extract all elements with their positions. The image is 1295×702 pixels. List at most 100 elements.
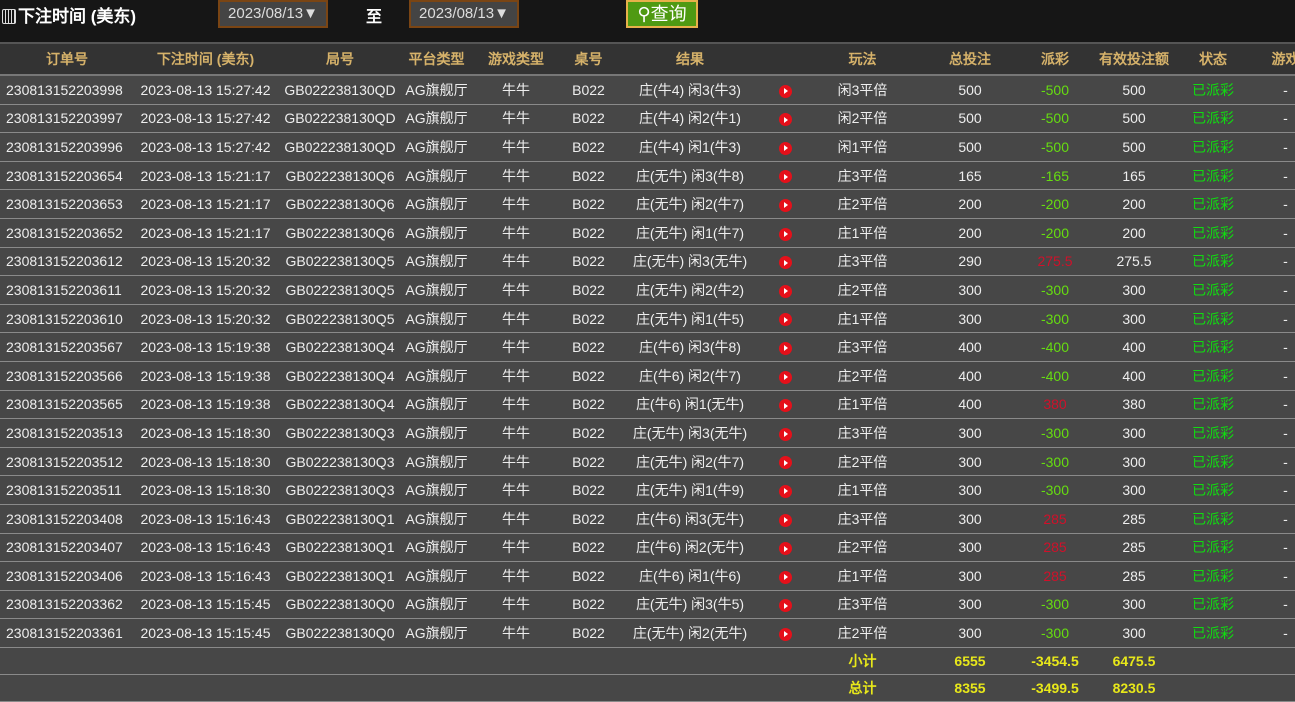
game-type-cell: 牛牛	[470, 504, 562, 534]
game-type-cell: 牛牛	[470, 618, 562, 648]
status-cell: 已派彩	[1178, 275, 1248, 305]
empty-cell	[470, 674, 562, 702]
empty-cell	[765, 674, 805, 702]
order-id-cell: 230813152203654	[0, 161, 134, 191]
bet-type-cell: 庄1平倍	[805, 304, 920, 334]
status-cell: 已派彩	[1178, 332, 1248, 362]
column-header: 局号	[277, 42, 403, 76]
result-cell: 庄(无牛) 闲3(无牛)	[615, 247, 765, 277]
column-header: 桌号	[562, 42, 615, 76]
valid-bet-cell: 380	[1090, 390, 1178, 420]
round-id-cell: GB022238130Q3	[277, 475, 403, 505]
bet-time-cell: 2023-08-13 15:16:43	[134, 504, 277, 534]
table-id-cell: B022	[562, 475, 615, 505]
platform-cell: AG旗舰厅	[403, 75, 470, 105]
table-id-cell: B022	[562, 247, 615, 277]
column-header: 有效投注额	[1090, 42, 1178, 76]
replay-cell	[765, 275, 805, 305]
table-id-cell: B022	[562, 189, 615, 219]
bet-time-cell: 2023-08-13 15:21:17	[134, 189, 277, 219]
payout-cell: -300	[1020, 304, 1090, 334]
play-video-icon[interactable]	[778, 513, 792, 527]
subtotal-row: 小计 6555 -3454.5 6475.5	[0, 647, 1295, 675]
platform-cell: AG旗舰厅	[403, 132, 470, 162]
play-video-icon[interactable]	[778, 484, 792, 498]
table-id-cell: B022	[562, 504, 615, 534]
round-id-cell: GB022238130Q5	[277, 247, 403, 277]
play-video-icon[interactable]	[778, 113, 792, 127]
play-video-icon[interactable]	[778, 370, 792, 384]
replay-cell	[765, 361, 805, 391]
game-cell: -	[1248, 533, 1295, 563]
game-cell: -	[1248, 447, 1295, 477]
bet-type-cell: 庄1平倍	[805, 390, 920, 420]
play-video-icon[interactable]	[778, 141, 792, 155]
query-button[interactable]: ⚲查询	[626, 0, 698, 28]
table-row: 230813152203362 2023-08-13 15:15:45 GB0222…	[0, 590, 1295, 620]
game-type-cell: 牛牛	[470, 161, 562, 191]
column-header	[765, 42, 805, 76]
play-video-icon[interactable]	[778, 627, 792, 641]
result-cell: 庄(无牛) 闲3(牛5)	[615, 590, 765, 620]
game-cell: -	[1248, 390, 1295, 420]
play-video-icon[interactable]	[778, 170, 792, 184]
round-id-cell: GB022238130Q5	[277, 304, 403, 334]
play-video-icon[interactable]	[778, 599, 792, 613]
total-label: 总计	[805, 674, 920, 702]
round-id-cell: GB022238130QD	[277, 104, 403, 134]
replay-cell	[765, 390, 805, 420]
round-id-cell: GB022238130Q4	[277, 361, 403, 391]
valid-bet-cell: 300	[1090, 475, 1178, 505]
play-video-icon[interactable]	[778, 198, 792, 212]
empty-cell	[562, 674, 615, 702]
bet-type-cell: 庄1平倍	[805, 561, 920, 591]
column-header: 玩法	[805, 42, 920, 76]
result-cell: 庄(无牛) 闲2(牛7)	[615, 189, 765, 219]
order-id-cell: 230813152203611	[0, 275, 134, 305]
replay-cell	[765, 561, 805, 591]
valid-bet-cell: 500	[1090, 75, 1178, 105]
total-bet-cell: 300	[920, 447, 1020, 477]
play-video-icon[interactable]	[778, 399, 792, 413]
play-video-icon[interactable]	[778, 570, 792, 584]
status-cell: 已派彩	[1178, 247, 1248, 277]
result-cell: 庄(牛4) 闲1(牛3)	[615, 132, 765, 162]
play-video-icon[interactable]	[778, 313, 792, 327]
valid-bet-cell: 400	[1090, 332, 1178, 362]
valid-bet-cell: 500	[1090, 132, 1178, 162]
play-video-icon[interactable]	[778, 256, 792, 270]
game-type-cell: 牛牛	[470, 132, 562, 162]
round-id-cell: GB022238130Q4	[277, 390, 403, 420]
total-bet-cell: 290	[920, 247, 1020, 277]
table-row: 230813152203407 2023-08-13 15:16:43 GB0222…	[0, 533, 1295, 563]
empty-cell	[0, 674, 134, 702]
play-video-icon[interactable]	[778, 84, 792, 98]
table-id-cell: B022	[562, 132, 615, 162]
valid-bet-cell: 300	[1090, 304, 1178, 334]
round-id-cell: GB022238130Q0	[277, 618, 403, 648]
date-to-select[interactable]: 2023/08/13▼	[409, 0, 519, 28]
status-cell: 已派彩	[1178, 361, 1248, 391]
platform-cell: AG旗舰厅	[403, 475, 470, 505]
play-video-icon[interactable]	[778, 456, 792, 470]
platform-cell: AG旗舰厅	[403, 390, 470, 420]
play-video-icon[interactable]	[778, 427, 792, 441]
play-video-icon[interactable]	[778, 341, 792, 355]
total-payout: -3499.5	[1020, 674, 1090, 702]
empty-cell	[1178, 674, 1248, 702]
table-row: 230813152203565 2023-08-13 15:19:38 GB0222…	[0, 390, 1295, 420]
replay-cell	[765, 447, 805, 477]
table-row: 230813152203997 2023-08-13 15:27:42 GB0222…	[0, 104, 1295, 134]
total-bet-cell: 500	[920, 75, 1020, 105]
play-video-icon[interactable]	[778, 284, 792, 298]
payout-cell: -300	[1020, 590, 1090, 620]
game-type-cell: 牛牛	[470, 104, 562, 134]
subtotal-total-bet: 6555	[920, 647, 1020, 675]
table-row: 230813152203610 2023-08-13 15:20:32 GB0222…	[0, 304, 1295, 334]
date-from-select[interactable]: 2023/08/13▼	[218, 0, 328, 28]
round-id-cell: GB022238130Q1	[277, 533, 403, 563]
game-cell: -	[1248, 189, 1295, 219]
table-row: 230813152203654 2023-08-13 15:21:17 GB0222…	[0, 161, 1295, 191]
play-video-icon[interactable]	[778, 542, 792, 556]
play-video-icon[interactable]	[778, 227, 792, 241]
